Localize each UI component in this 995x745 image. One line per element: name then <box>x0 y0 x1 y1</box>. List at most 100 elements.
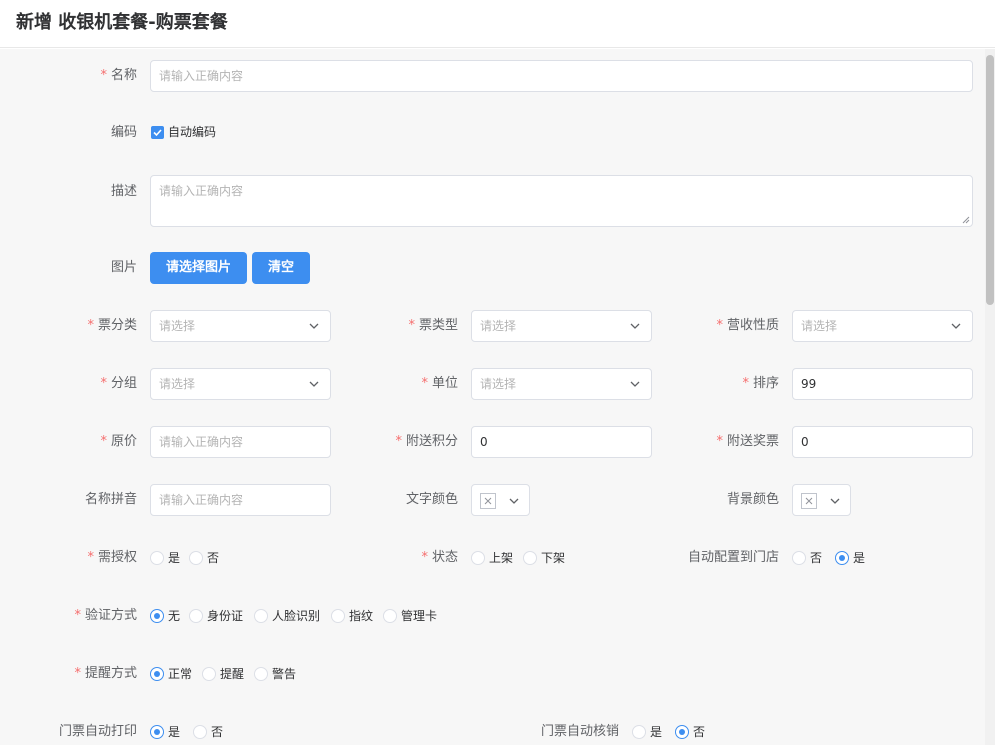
code-label: 编码 <box>110 125 137 140</box>
auto-store-no-label: 否 <box>810 551 823 565</box>
clear-x-icon <box>805 497 813 505</box>
chevron-down-icon <box>309 323 319 329</box>
name-label: * 名称 <box>100 68 137 83</box>
verify-face-radio[interactable] <box>254 609 268 623</box>
sort-input[interactable]: 99 <box>792 368 973 400</box>
clear-image-button[interactable]: 清空 <box>252 252 310 284</box>
verify-none-radio[interactable] <box>150 609 164 623</box>
chevron-down-icon <box>830 498 840 504</box>
chevron-down-icon <box>309 381 319 387</box>
need-auth-no-radio[interactable] <box>189 551 203 565</box>
verify-card-label: 管理卡 <box>401 609 438 623</box>
auto-verify-label: 门票自动核销 <box>540 724 619 739</box>
auto-store-yes-label: 是 <box>853 551 866 565</box>
auto-code-checkbox[interactable] <box>151 126 164 139</box>
verify-idcard-radio[interactable] <box>189 609 203 623</box>
ticket-category-placeholder: 请选择 <box>159 319 196 333</box>
auto-print-no-radio[interactable] <box>193 725 207 739</box>
image-label: 图片 <box>110 260 137 275</box>
verify-fingerprint-radio[interactable] <box>331 609 345 623</box>
verify-face-label: 人脸识别 <box>272 609 321 623</box>
verify-idcard-label: 身份证 <box>207 609 244 623</box>
auto-verify-no-label: 否 <box>693 725 706 739</box>
remind-normal-radio[interactable] <box>150 667 164 681</box>
need-auth-no-label: 否 <box>207 551 220 565</box>
text-color-label: 文字颜色 <box>405 492 458 507</box>
remind-warn-label: 警告 <box>272 667 297 681</box>
auto-verify-no-radio[interactable] <box>675 725 689 739</box>
bonus-tickets-input[interactable]: 0 <box>792 426 973 458</box>
auto-print-label: 门票自动打印 <box>58 724 137 739</box>
auto-print-no-label: 否 <box>211 725 224 739</box>
form-body: * 名称 请输入正确内容 编码 自动编码 描述 请输入正确内容 图片 请选择图片 … <box>0 49 985 745</box>
status-on-label: 上架 <box>489 551 514 565</box>
need-auth-yes-radio[interactable] <box>150 551 164 565</box>
desc-placeholder: 请输入正确内容 <box>159 184 244 198</box>
auto-store-yes-radio[interactable] <box>835 551 849 565</box>
status-off-radio[interactable] <box>523 551 537 565</box>
verify-card-radio[interactable] <box>383 609 397 623</box>
name-input[interactable]: 请输入正确内容 <box>150 60 973 92</box>
revenue-nature-label: * 营收性质 <box>716 318 779 333</box>
bg-color-label: 背景颜色 <box>726 492 779 507</box>
group-select[interactable]: 请选择 <box>150 368 331 400</box>
chevron-down-icon <box>951 323 961 329</box>
desc-label: 描述 <box>110 184 137 199</box>
ticket-category-select[interactable]: 请选择 <box>150 310 331 342</box>
auto-verify-yes-radio[interactable] <box>632 725 646 739</box>
revenue-nature-select[interactable]: 请选择 <box>792 310 973 342</box>
bg-color-picker[interactable] <box>792 484 851 516</box>
group-placeholder: 请选择 <box>159 377 196 391</box>
chevron-down-icon <box>509 498 519 504</box>
ticket-type-select[interactable]: 请选择 <box>471 310 652 342</box>
bonus-points-input[interactable]: 0 <box>471 426 652 458</box>
sort-label: * 排序 <box>742 376 779 391</box>
revenue-nature-placeholder: 请选择 <box>801 319 838 333</box>
group-label: * 分组 <box>100 376 137 391</box>
auto-print-yes-label: 是 <box>168 725 181 739</box>
desc-textarea[interactable]: 请输入正确内容 <box>150 175 973 227</box>
remind-warn-radio[interactable] <box>254 667 268 681</box>
select-image-button[interactable]: 请选择图片 <box>150 252 247 284</box>
unit-label: * 单位 <box>421 376 458 391</box>
chevron-down-icon <box>630 381 640 387</box>
page-title: 新增 收银机套餐-购票套餐 <box>16 12 228 33</box>
ticket-type-label: * 票类型 <box>408 318 458 333</box>
text-color-swatch <box>480 493 496 509</box>
status-off-label: 下架 <box>541 551 566 565</box>
resize-handle-icon[interactable] <box>962 216 970 224</box>
pinyin-input[interactable]: 请输入正确内容 <box>150 484 331 516</box>
ticket-type-placeholder: 请选择 <box>480 319 517 333</box>
price-input[interactable]: 请输入正确内容 <box>150 426 331 458</box>
text-color-picker[interactable] <box>471 484 530 516</box>
remind-alert-label: 提醒 <box>220 667 245 681</box>
scrollbar-thumb[interactable] <box>986 55 994 305</box>
bonus-points-label: * 附送积分 <box>395 434 458 449</box>
verify-fingerprint-label: 指纹 <box>349 609 374 623</box>
check-icon <box>153 129 162 137</box>
status-on-radio[interactable] <box>471 551 485 565</box>
verify-none-label: 无 <box>168 609 181 623</box>
auto-store-no-radio[interactable] <box>792 551 806 565</box>
unit-placeholder: 请选择 <box>480 377 517 391</box>
verify-label: * 验证方式 <box>74 608 137 623</box>
price-label: * 原价 <box>100 434 137 449</box>
vertical-scrollbar[interactable] <box>985 49 995 745</box>
auto-verify-yes-label: 是 <box>650 725 663 739</box>
bg-color-swatch <box>801 493 817 509</box>
auto-print-yes-radio[interactable] <box>150 725 164 739</box>
remind-alert-radio[interactable] <box>202 667 216 681</box>
pinyin-label: 名称拼音 <box>84 492 137 507</box>
chevron-down-icon <box>630 323 640 329</box>
status-label: * 状态 <box>421 550 458 565</box>
auto-store-label: 自动配置到门店 <box>687 550 779 565</box>
need-auth-yes-label: 是 <box>168 551 181 565</box>
need-auth-label: * 需授权 <box>87 550 137 565</box>
bonus-tickets-label: * 附送奖票 <box>716 434 779 449</box>
dialog-header: 新增 收银机套餐-购票套餐 <box>0 0 995 48</box>
remind-label: * 提醒方式 <box>74 666 137 681</box>
auto-code-label: 自动编码 <box>168 125 217 139</box>
unit-select[interactable]: 请选择 <box>471 368 652 400</box>
clear-x-icon <box>484 497 492 505</box>
ticket-category-label: * 票分类 <box>87 318 137 333</box>
